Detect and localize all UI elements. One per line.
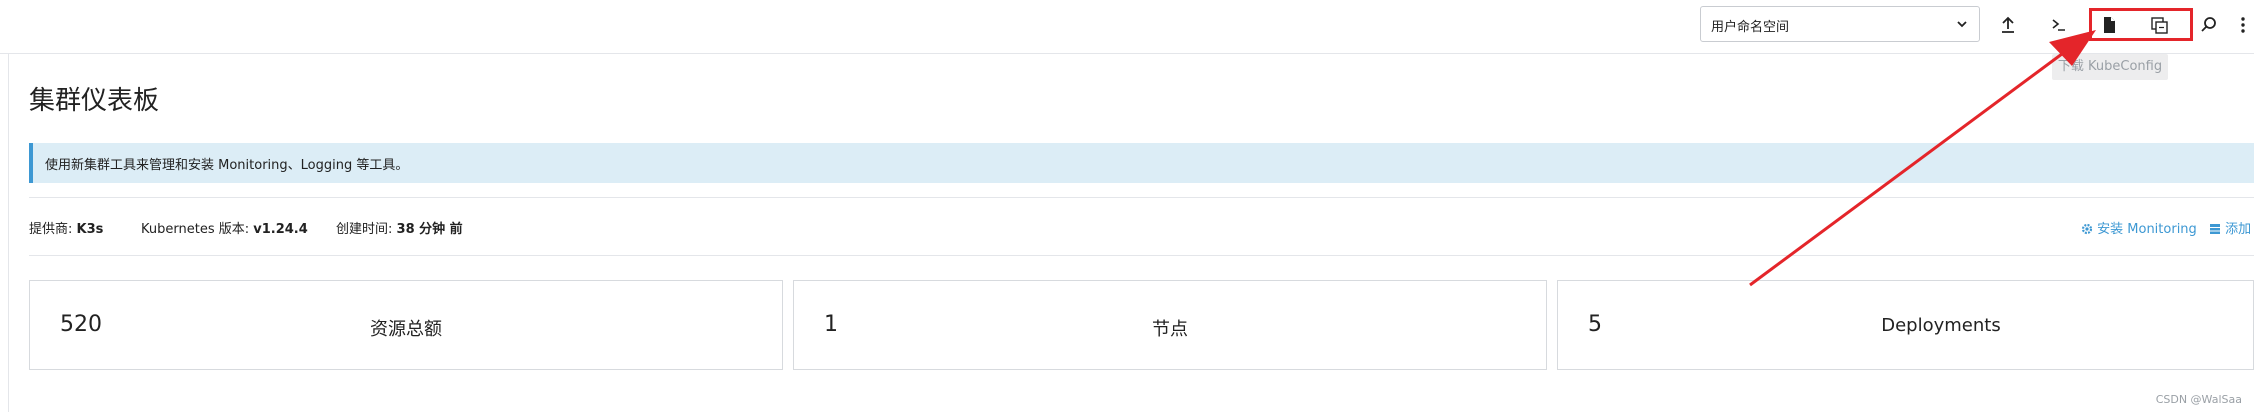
gear-icon [2081, 223, 2093, 239]
nodes-card[interactable]: 1 节点 [793, 280, 1547, 370]
provider-value: K3s [76, 222, 104, 237]
created-time-info: 创建时间: 38 分钟 前 [336, 218, 463, 237]
more-vertical-icon[interactable] [2236, 12, 2250, 38]
info-banner-text: 使用新集群工具来管理和安装 Monitoring、Logging 等工具。 [45, 158, 409, 173]
shell-icon[interactable] [2046, 12, 2072, 38]
search-icon[interactable] [2196, 12, 2222, 38]
install-monitoring-link[interactable]: 安装 Monitoring [2081, 218, 2197, 239]
resource-total-count: 520 [60, 312, 102, 337]
download-kubeconfig-tooltip: 下载 KubeConfig [2052, 54, 2168, 80]
annotation-highlight-box [2089, 8, 2193, 41]
install-monitoring-label: 安装 Monitoring [2097, 222, 2197, 237]
info-banner: 使用新集群工具来管理和安装 Monitoring、Logging 等工具。 [29, 143, 2254, 183]
chevron-down-icon [1955, 16, 1969, 30]
nodes-count: 1 [824, 312, 838, 337]
top-header: 用户命名空间 [0, 0, 2254, 54]
resource-total-card[interactable]: 520 资源总额 [29, 280, 783, 370]
left-divider [8, 54, 9, 412]
kubernetes-version-info: Kubernetes 版本: v1.24.4 [141, 218, 308, 237]
namespace-select[interactable]: 用户命名空间 [1700, 6, 1980, 42]
deployments-label: Deployments [1881, 315, 2001, 336]
resource-total-label: 资源总额 [370, 319, 442, 340]
add-link-label: 添加 [2225, 222, 2252, 237]
kubernetes-version-label: Kubernetes 版本: [141, 222, 250, 237]
namespace-select-value: 用户命名空间 [1711, 20, 1790, 35]
divider [29, 255, 2254, 256]
created-time-label: 创建时间: [336, 222, 393, 237]
divider [29, 197, 2254, 198]
deployments-count: 5 [1588, 312, 1602, 337]
page-title: 集群仪表板 [29, 86, 160, 116]
nodes-label: 节点 [1152, 319, 1188, 340]
kubernetes-version-value: v1.24.4 [253, 222, 308, 237]
created-time-value: 38 分钟 前 [396, 222, 463, 237]
provider-label: 提供商: [29, 222, 73, 237]
deployments-card[interactable]: 5 Deployments [1557, 280, 2254, 370]
watermark-credit: CSDN @WalSaa [2155, 393, 2242, 406]
list-add-icon [2209, 223, 2221, 239]
provider-info: 提供商: K3s [29, 218, 103, 237]
upload-icon[interactable] [1995, 12, 2021, 38]
add-link[interactable]: 添加 [2209, 218, 2251, 239]
